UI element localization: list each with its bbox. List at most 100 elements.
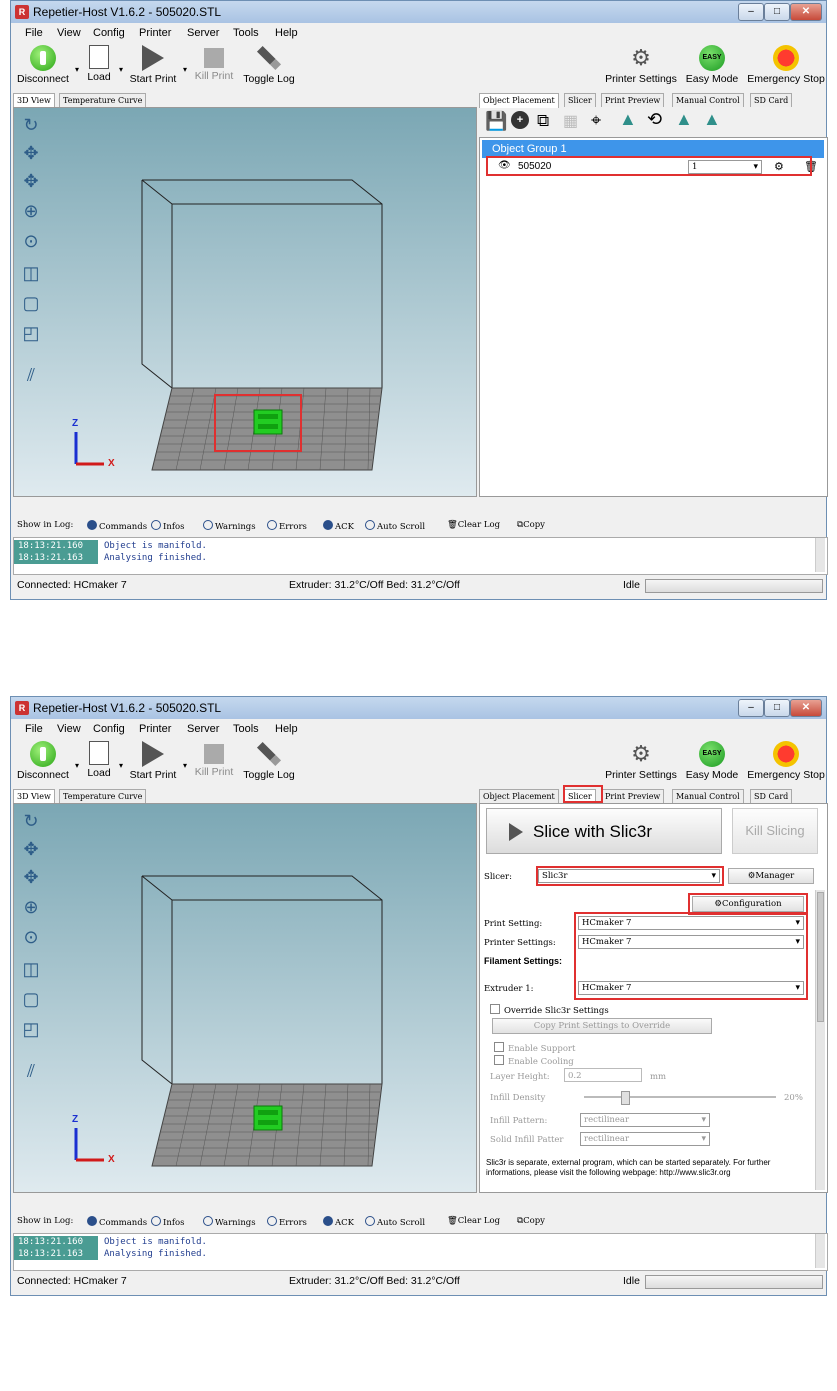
- enable-support-checkbox[interactable]: Enable Support: [494, 1042, 575, 1054]
- start-print-button[interactable]: Start Print: [127, 43, 179, 89]
- tab-manual-control[interactable]: Manual Control: [672, 93, 744, 107]
- infill-pattern-select[interactable]: rectilinear: [580, 1113, 710, 1127]
- reset-view-icon[interactable]: ↻: [20, 114, 42, 136]
- close-button[interactable]: ✕: [790, 699, 822, 717]
- clear-log-button[interactable]: 🗑Clear Log: [447, 520, 500, 530]
- save-icon[interactable]: 💾: [485, 111, 507, 132]
- slider-thumb[interactable]: [620, 1091, 630, 1105]
- load-button[interactable]: Load: [83, 739, 115, 785]
- slice-with-slic3r-button[interactable]: Slice with Slic3r: [486, 808, 722, 854]
- tab-object-placement[interactable]: Object Placement: [479, 789, 559, 803]
- print-dropdown-icon[interactable]: ▾: [183, 65, 187, 74]
- copy-log-button[interactable]: ⧉Copy: [517, 1216, 545, 1226]
- center-object-icon[interactable]: ⌖: [591, 110, 601, 131]
- tab-sd-card[interactable]: SD Card: [750, 93, 793, 107]
- easy-mode-button[interactable]: EASY Easy Mode: [683, 739, 741, 785]
- auto-scroll-toggle[interactable]: Auto Scroll: [365, 1216, 425, 1228]
- tab-object-placement[interactable]: Object Placement: [479, 93, 559, 108]
- layer-height-input[interactable]: 0.2: [564, 1068, 642, 1082]
- zoom-fit-icon[interactable]: ⊙: [20, 230, 42, 252]
- top-view-icon[interactable]: ◰: [20, 1018, 42, 1040]
- printer-settings-button[interactable]: ⚙ Printer Settings: [605, 43, 677, 89]
- override-checkbox[interactable]: Override Slic3r Settings: [490, 1004, 609, 1016]
- slicer-scrollbar[interactable]: [815, 890, 825, 1190]
- copy-print-settings-button[interactable]: Copy Print Settings to Override: [492, 1018, 712, 1034]
- menu-printer[interactable]: Printer: [139, 27, 171, 39]
- infill-density-slider[interactable]: [584, 1091, 776, 1105]
- menu-view[interactable]: View: [57, 27, 81, 39]
- print-dropdown-icon[interactable]: ▾: [183, 761, 187, 770]
- filter-commands[interactable]: Commands: [87, 520, 147, 532]
- menu-help[interactable]: Help: [275, 27, 298, 39]
- tab-3d-view[interactable]: 3D View: [13, 93, 55, 108]
- cut-object-icon[interactable]: ▲: [675, 109, 693, 130]
- tab-slicer[interactable]: Slicer: [564, 93, 596, 107]
- enable-cooling-checkbox[interactable]: Enable Cooling: [494, 1055, 574, 1067]
- manager-button[interactable]: ⚙Manager: [728, 868, 814, 884]
- log-scrollbar[interactable]: [815, 1234, 825, 1268]
- 3d-view[interactable]: ↻ ✥ ✥ ⊕ ⊙ ◫ ▢ ◰ ⫽ Z X: [13, 107, 477, 497]
- tab-print-preview[interactable]: Print Preview: [601, 789, 665, 803]
- toggle-log-button[interactable]: Toggle Log: [241, 739, 297, 785]
- load-button[interactable]: Load: [83, 43, 115, 89]
- minimize-button[interactable]: –: [738, 3, 764, 21]
- menu-printer[interactable]: Printer: [139, 723, 171, 735]
- 3d-view[interactable]: ↻ ✥ ✥ ⊕ ⊙ ◫ ▢ ◰ ⫽ Z X: [13, 803, 477, 1193]
- move-object-icon[interactable]: ✥: [20, 170, 42, 192]
- menu-file[interactable]: File: [25, 723, 43, 735]
- menu-config[interactable]: Config: [93, 27, 125, 39]
- menu-view[interactable]: View: [57, 723, 81, 735]
- kill-slicing-button[interactable]: Kill Slicing: [732, 808, 818, 854]
- menu-config[interactable]: Config: [93, 723, 125, 735]
- copy-log-button[interactable]: ⧉Copy: [517, 520, 545, 530]
- solid-infill-select[interactable]: rectilinear: [580, 1132, 710, 1146]
- tab-sd-card[interactable]: SD Card: [750, 789, 793, 803]
- add-object-icon[interactable]: +: [511, 111, 529, 129]
- move-object-icon[interactable]: ✥: [20, 866, 42, 888]
- toggle-log-button[interactable]: Toggle Log: [241, 43, 297, 89]
- filter-ack[interactable]: ACK: [323, 1216, 354, 1228]
- mirror-object-icon[interactable]: ▲: [703, 109, 721, 130]
- filter-errors[interactable]: Errors: [267, 1216, 307, 1228]
- zoom-in-icon[interactable]: ⊕: [20, 896, 42, 918]
- load-dropdown-icon[interactable]: ▾: [119, 761, 123, 770]
- menu-server[interactable]: Server: [187, 723, 219, 735]
- filter-warnings[interactable]: Warnings: [203, 1216, 256, 1228]
- move-view-icon[interactable]: ✥: [20, 142, 42, 164]
- load-dropdown-icon[interactable]: ▾: [119, 65, 123, 74]
- parallel-projection-icon[interactable]: ⫽: [20, 364, 42, 386]
- auto-scroll-toggle[interactable]: Auto Scroll: [365, 520, 425, 532]
- autoposition-icon[interactable]: ▦: [563, 111, 578, 131]
- maximize-button[interactable]: □: [764, 699, 790, 717]
- filter-errors[interactable]: Errors: [267, 520, 307, 532]
- disconnect-button[interactable]: Disconnect: [15, 739, 71, 785]
- close-button[interactable]: ✕: [790, 3, 822, 21]
- top-view-icon[interactable]: ◰: [20, 322, 42, 344]
- zoom-in-icon[interactable]: ⊕: [20, 200, 42, 222]
- maximize-button[interactable]: □: [764, 3, 790, 21]
- disconnect-button[interactable]: Disconnect: [15, 43, 71, 89]
- parallel-projection-icon[interactable]: ⫽: [20, 1060, 42, 1082]
- iso-view-icon[interactable]: ◫: [20, 958, 42, 980]
- front-view-icon[interactable]: ▢: [20, 292, 42, 314]
- rotate-object-icon[interactable]: ⟲: [647, 109, 662, 130]
- reset-view-icon[interactable]: ↻: [20, 810, 42, 832]
- kill-print-button[interactable]: Kill Print: [191, 739, 237, 785]
- tab-temperature-curve[interactable]: Temperature Curve: [59, 789, 147, 803]
- menu-tools[interactable]: Tools: [233, 723, 259, 735]
- kill-print-button[interactable]: Kill Print: [191, 43, 237, 89]
- scroll-thumb[interactable]: [817, 892, 824, 1022]
- start-print-button[interactable]: Start Print: [127, 739, 179, 785]
- minimize-button[interactable]: –: [738, 699, 764, 717]
- connect-dropdown-icon[interactable]: ▾: [75, 761, 79, 770]
- tab-manual-control[interactable]: Manual Control: [672, 789, 744, 803]
- filter-commands[interactable]: Commands: [87, 1216, 147, 1228]
- iso-view-icon[interactable]: ◫: [20, 262, 42, 284]
- connect-dropdown-icon[interactable]: ▾: [75, 65, 79, 74]
- front-view-icon[interactable]: ▢: [20, 988, 42, 1010]
- filter-infos[interactable]: Infos: [151, 1216, 184, 1228]
- menu-tools[interactable]: Tools: [233, 27, 259, 39]
- filter-ack[interactable]: ACK: [323, 520, 354, 532]
- filter-infos[interactable]: Infos: [151, 520, 184, 532]
- model-505020[interactable]: [253, 1105, 283, 1131]
